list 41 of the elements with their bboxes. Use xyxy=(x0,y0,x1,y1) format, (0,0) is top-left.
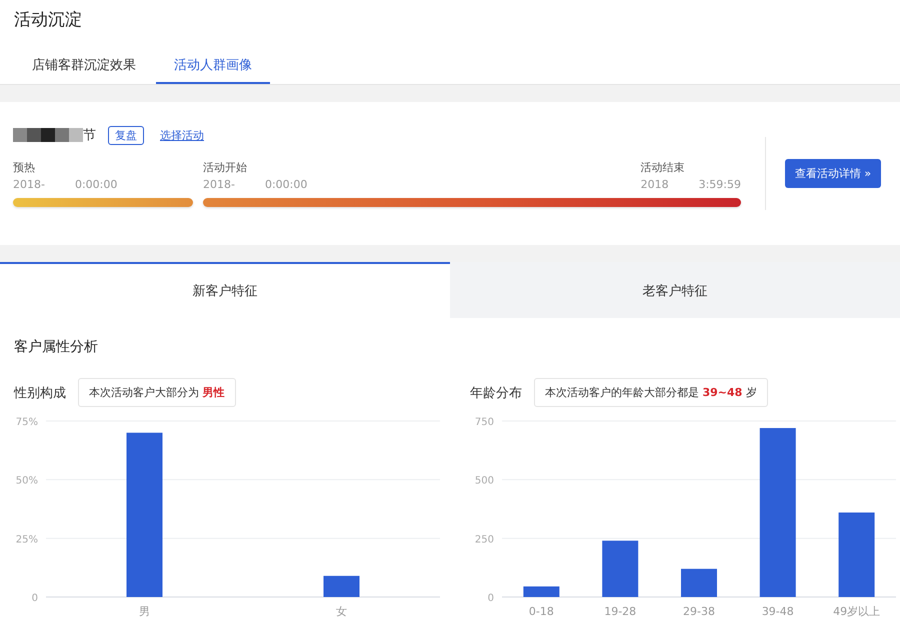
section-title: 客户属性分析 xyxy=(13,338,99,357)
axis-category-label: 29-38 xyxy=(683,605,715,618)
bar xyxy=(681,568,717,597)
phase-time: 0:00:00 xyxy=(74,178,118,191)
bar xyxy=(523,586,560,597)
chart-title: 年龄分布 xyxy=(470,384,522,402)
summary-note: 本次活动客户大部分为 男性 xyxy=(78,378,236,407)
activity-name: 节 xyxy=(83,127,96,144)
status-tag: 复盘 xyxy=(108,126,144,144)
axis-category-label: 19-28 xyxy=(604,605,636,618)
redacted-name-drawing xyxy=(13,128,83,142)
phase-date: 2018- xyxy=(13,178,45,191)
axis-category-label: 0-18 xyxy=(528,605,554,618)
phase-date: 2018 xyxy=(640,178,669,191)
phase-label: 活动开始 xyxy=(203,160,248,175)
phase-label: 预热 xyxy=(13,160,36,175)
axis-tick-label: 75% xyxy=(16,417,38,428)
axis-tick-label: 0 xyxy=(32,593,38,604)
phase-date: 2018- xyxy=(203,178,235,191)
axis-tick-label: 50% xyxy=(16,476,38,487)
axis-category-label: 女 xyxy=(336,605,347,618)
axis-tick-label: 25% xyxy=(16,534,38,546)
axis-tick-label: 750 xyxy=(474,417,494,428)
axis-tick-label: 250 xyxy=(474,534,494,546)
summary-note: 本次活动客户的年龄大部分都是 39~48 岁 xyxy=(534,378,768,407)
phase-time: 0:00:00 xyxy=(264,178,308,191)
phase-time: 3:59:59 xyxy=(698,178,741,191)
view-details-button[interactable]: 查看活动详情 » xyxy=(784,159,882,188)
axis-tick-label: 0 xyxy=(488,593,494,604)
axis-category-label: 49岁以上 xyxy=(833,605,880,618)
tab[interactable]: 店铺客群沉淀效果 xyxy=(14,44,154,84)
bar xyxy=(324,576,360,597)
axis-category-label: 39-48 xyxy=(762,605,794,618)
page-title: 活动沉淀 xyxy=(13,9,83,32)
customer-tab[interactable]: 老客户特征 xyxy=(450,262,900,318)
bar xyxy=(602,540,638,597)
phase-label: 活动结束 xyxy=(640,160,686,175)
axis-tick-label: 500 xyxy=(474,476,494,487)
axis-category-label: 男 xyxy=(139,605,150,618)
chart-title: 性别构成 xyxy=(14,384,66,402)
select-activity-link[interactable]: 选择活动 xyxy=(160,128,204,142)
